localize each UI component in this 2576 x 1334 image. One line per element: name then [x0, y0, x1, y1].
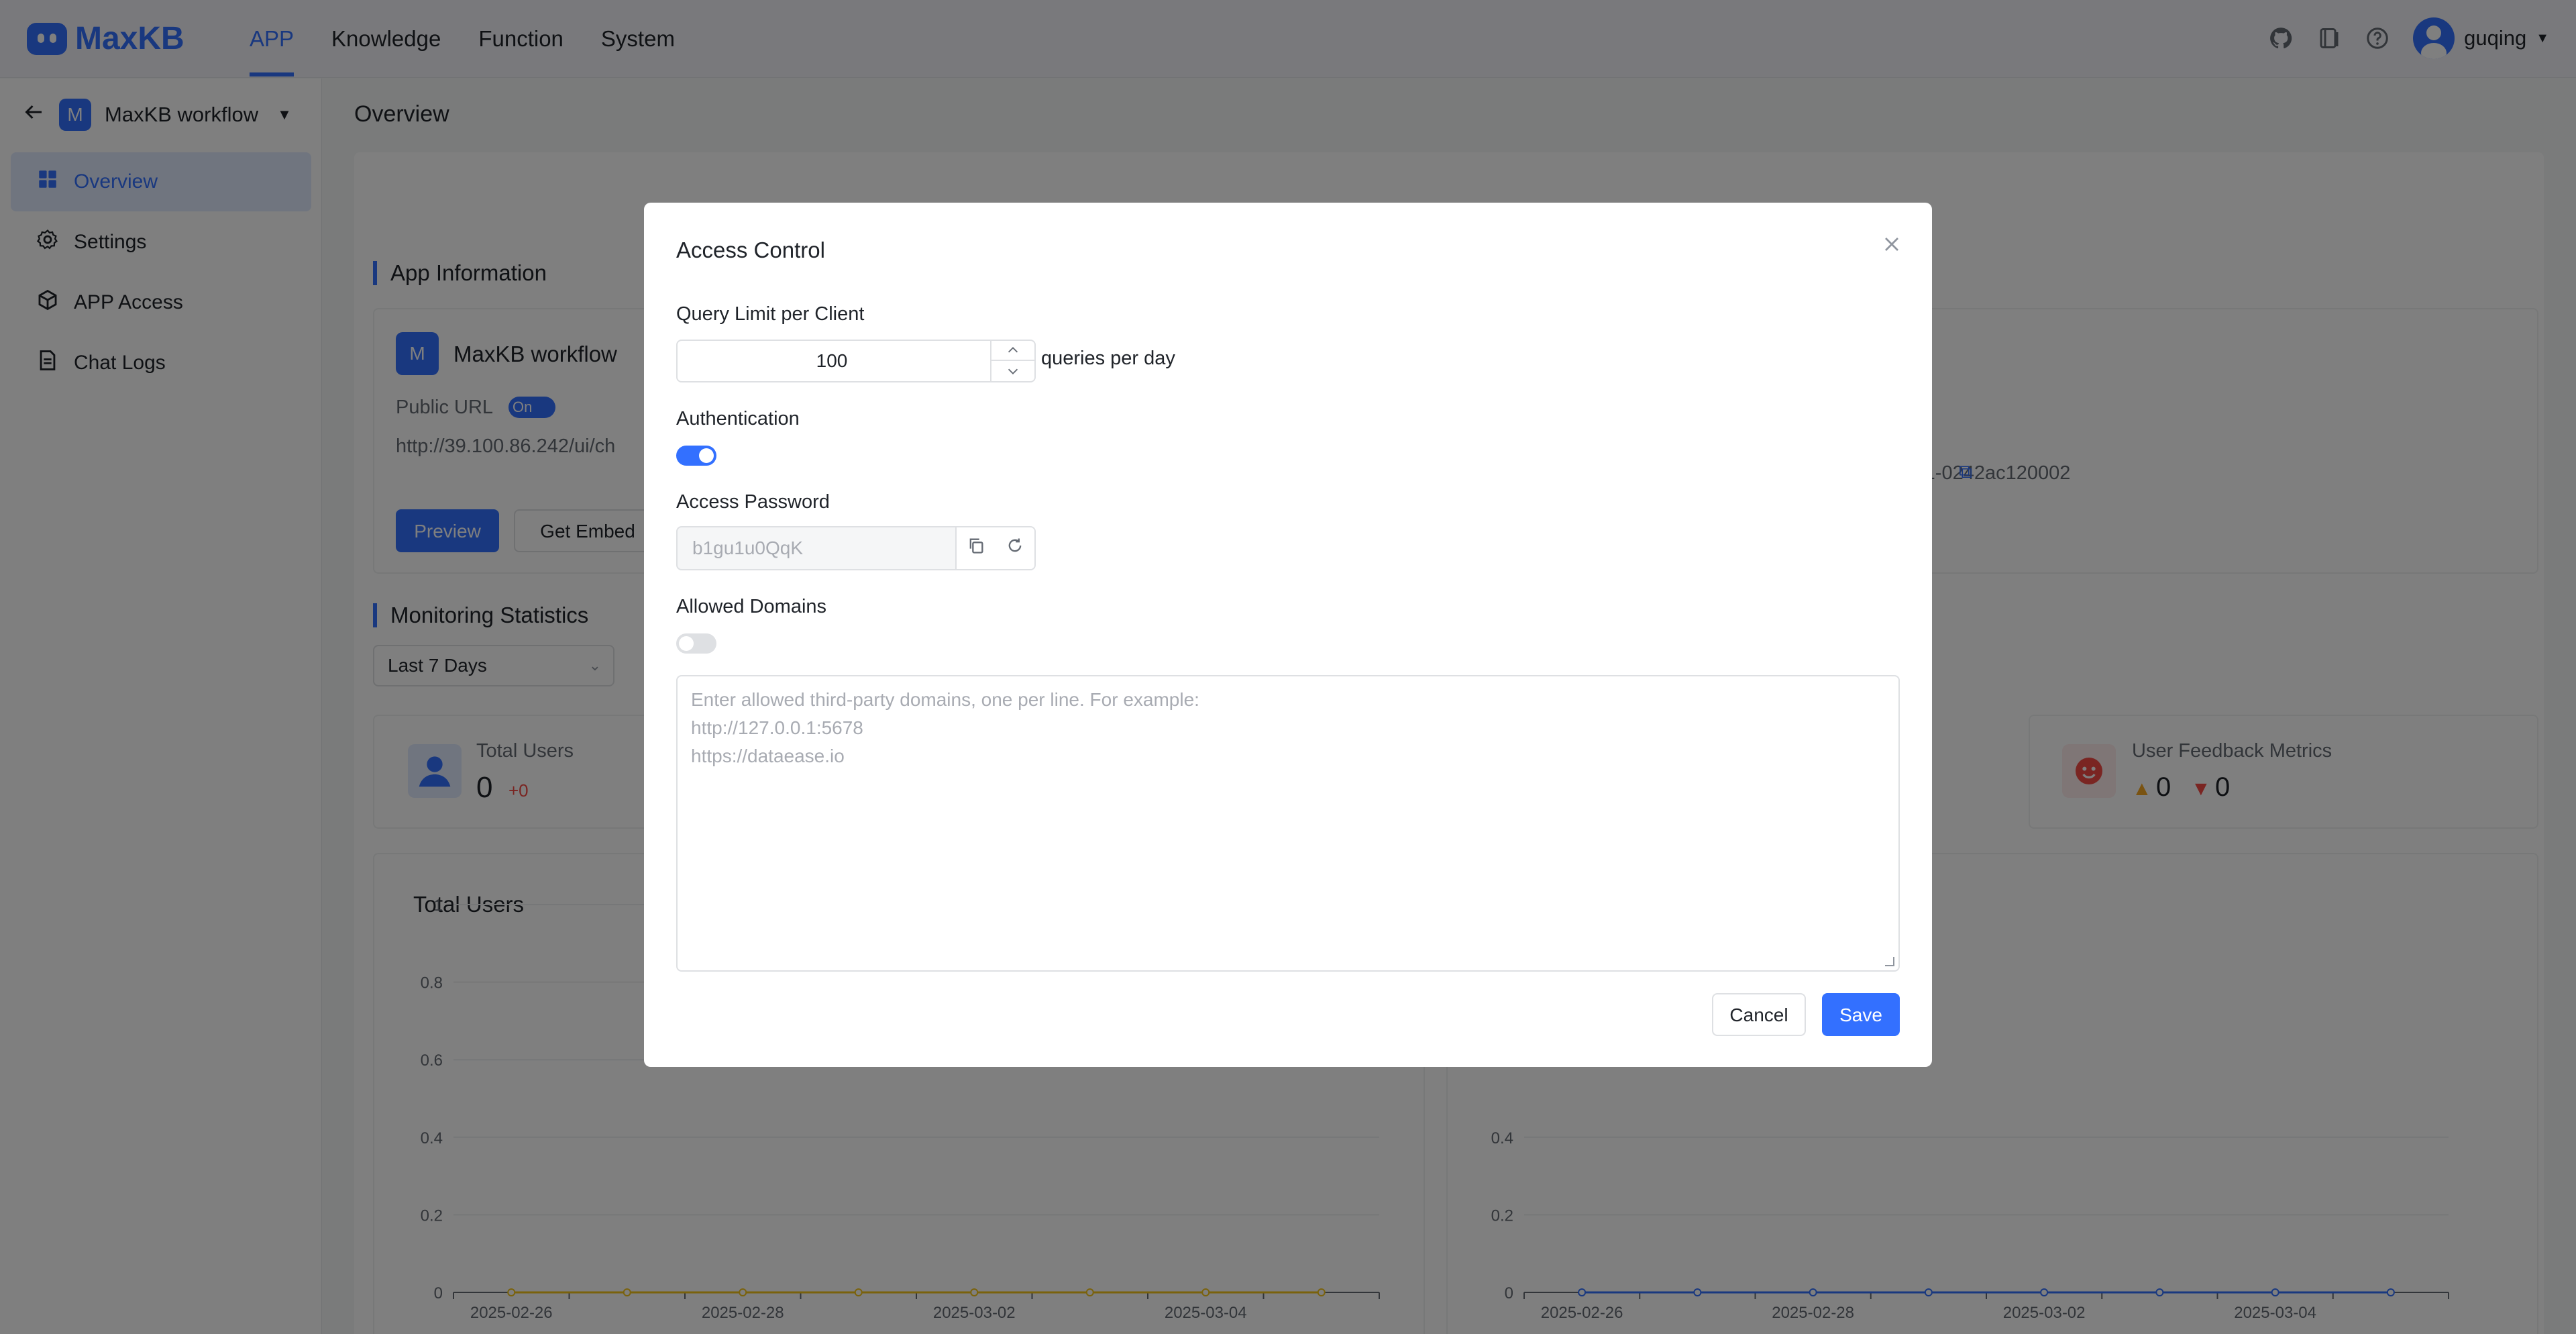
query-limit-suffix: queries per day: [1041, 348, 1175, 369]
access-password-label: Access Password: [676, 491, 830, 513]
allowed-domains-textarea[interactable]: Enter allowed third-party domains, one p…: [676, 675, 1900, 972]
access-password-value: b1gu1u0QqK: [692, 537, 804, 558]
increment-icon[interactable]: [990, 341, 1034, 361]
refresh-icon[interactable]: [1006, 536, 1024, 560]
decrement-icon[interactable]: [990, 361, 1034, 381]
toggle-knob: [679, 636, 694, 651]
allowed-domains-label: Allowed Domains: [676, 596, 827, 617]
toggle-knob: [699, 448, 714, 463]
copy-icon[interactable]: [967, 536, 985, 560]
dialog-title: Access Control: [676, 238, 825, 262]
cancel-button[interactable]: Cancel: [1712, 993, 1806, 1036]
close-icon[interactable]: [1880, 232, 1904, 256]
allowed-domains-toggle[interactable]: [676, 633, 716, 654]
authentication-toggle[interactable]: [676, 446, 716, 466]
query-limit-input[interactable]: 100: [676, 340, 1036, 382]
query-limit-value: 100: [816, 350, 848, 371]
save-button[interactable]: Save: [1822, 993, 1900, 1036]
resize-handle-icon[interactable]: [1885, 957, 1894, 966]
query-limit-label: Query Limit per Client: [676, 303, 865, 325]
password-tools: [955, 527, 1034, 569]
authentication-label: Authentication: [676, 408, 800, 429]
access-password-field[interactable]: b1gu1u0QqK: [676, 526, 1036, 570]
access-control-dialog: Access Control Query Limit per Client 10…: [644, 203, 1932, 1067]
